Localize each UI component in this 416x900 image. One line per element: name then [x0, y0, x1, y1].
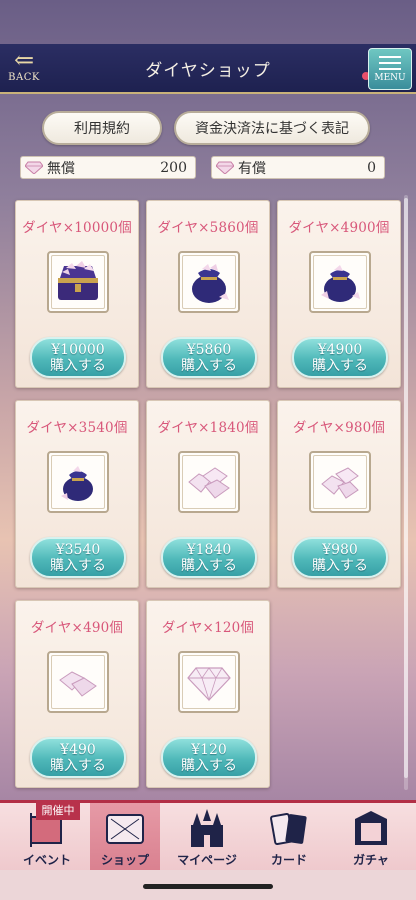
nav-label: ショップ — [100, 853, 149, 867]
product-name: ダイヤ×3540個 — [26, 420, 128, 436]
diamond-icon — [187, 667, 231, 702]
buy-button[interactable]: ¥5860 購入する — [161, 337, 257, 378]
product-card[interactable]: ダイヤ×10000個 ¥10000 購入する — [15, 200, 139, 388]
buy-button[interactable]: ¥3540 購入する — [30, 537, 126, 578]
treasure-chest-icon — [58, 261, 98, 300]
nav-label: ガチャ — [353, 853, 389, 867]
nav-label: マイページ — [177, 853, 237, 867]
product-image — [47, 251, 109, 313]
diamond-pile-icon — [321, 467, 359, 499]
nav-shop[interactable]: ショップ — [90, 803, 160, 873]
price-label: ¥1840 — [186, 541, 232, 558]
buy-label: 購入する — [50, 357, 106, 374]
price-label: ¥120 — [191, 741, 227, 758]
paid-diamond-balance: 有償 0 — [211, 156, 385, 179]
product-name: ダイヤ×980個 — [292, 420, 386, 436]
nav-gacha[interactable]: ガチャ — [336, 803, 406, 873]
diamond-bag-icon — [192, 264, 229, 303]
product-card[interactable]: ダイヤ×5860個 ¥5860 購入する — [146, 200, 270, 388]
buy-label: 購入する — [181, 757, 237, 774]
buy-label: 購入する — [312, 557, 368, 574]
nav-card[interactable]: カード — [254, 803, 324, 873]
nav-mypage[interactable]: マイページ — [172, 803, 242, 873]
back-button[interactable]: ⇐ BACK — [4, 48, 44, 92]
buy-button[interactable]: ¥4900 購入する — [292, 337, 388, 378]
product-card[interactable]: ダイヤ×4900個 ¥4900 購入する — [277, 200, 401, 388]
product-card[interactable]: ダイヤ×980個 ¥980 購入する — [277, 400, 401, 588]
menu-label: MENU — [374, 72, 406, 83]
home-indicator[interactable] — [143, 884, 273, 889]
product-card[interactable]: ダイヤ×1840個 ¥1840 購入する — [146, 400, 270, 588]
product-name: ダイヤ×4900個 — [288, 220, 390, 236]
price-label: ¥980 — [322, 541, 358, 558]
buy-label: 購入する — [312, 357, 368, 374]
diamond-icon — [216, 161, 234, 174]
castle-icon — [191, 809, 223, 847]
shop-sign-icon — [106, 814, 144, 844]
price-label: ¥10000 — [51, 341, 105, 358]
buy-label: 購入する — [50, 757, 106, 774]
buy-label: 購入する — [181, 557, 237, 574]
hamburger-icon — [379, 55, 401, 70]
product-image — [309, 251, 371, 313]
nav-label: イベント — [22, 853, 71, 867]
diamond-bag-icon — [61, 466, 93, 501]
scrollbar-thumb[interactable] — [404, 198, 408, 778]
product-name: ダイヤ×1840個 — [157, 420, 259, 436]
buy-button[interactable]: ¥490 購入する — [30, 737, 126, 778]
product-name: ダイヤ×10000個 — [22, 220, 132, 236]
paid-value: 0 — [367, 159, 376, 176]
diamond-bag-icon — [321, 265, 360, 302]
cards-icon — [270, 812, 307, 846]
price-label: ¥490 — [60, 741, 96, 758]
product-image — [178, 251, 240, 313]
paid-label: 有償 — [238, 160, 266, 177]
product-image — [178, 651, 240, 713]
product-image — [47, 451, 109, 513]
product-card[interactable]: ダイヤ×120個 ¥120 購入する — [146, 600, 270, 788]
nav-label: カード — [270, 853, 307, 867]
free-diamond-balance: 無償 200 — [20, 156, 196, 179]
page-title: ダイヤショップ — [145, 60, 271, 81]
back-arrow-icon: ⇐ — [13, 46, 35, 74]
product-card[interactable]: ダイヤ×490個 ¥490 購入する — [15, 600, 139, 788]
price-label: ¥3540 — [55, 541, 101, 558]
buy-label: 購入する — [50, 557, 106, 574]
diamond-pile-icon — [188, 467, 230, 499]
terms-button[interactable]: 利用規約 — [42, 111, 162, 145]
product-image — [178, 451, 240, 513]
product-card[interactable]: ダイヤ×3540個 ¥3540 購入する — [15, 400, 139, 588]
product-name: ダイヤ×120個 — [161, 620, 255, 636]
buy-label: 購入する — [181, 357, 237, 374]
price-label: ¥5860 — [186, 341, 232, 358]
free-value: 200 — [160, 159, 187, 176]
product-name: ダイヤ×5860個 — [157, 220, 259, 236]
back-label: BACK — [8, 72, 40, 83]
header-bar: ⇐ BACK ダイヤショップ MENU — [0, 44, 416, 94]
product-name: ダイヤ×490個 — [30, 620, 124, 636]
buy-button[interactable]: ¥980 購入する — [292, 537, 388, 578]
buy-button[interactable]: ¥120 購入する — [161, 737, 257, 778]
free-label: 無償 — [47, 160, 75, 177]
payment-law-button[interactable]: 資金決済法に基づく表記 — [174, 111, 370, 145]
buy-button[interactable]: ¥1840 購入する — [161, 537, 257, 578]
product-image — [47, 651, 109, 713]
gacha-frame-icon — [355, 811, 387, 845]
diamond-icon — [25, 161, 43, 174]
menu-button[interactable]: MENU — [368, 48, 412, 90]
event-live-badge: 開催中 — [36, 800, 80, 820]
price-label: ¥4900 — [317, 341, 363, 358]
product-image — [309, 451, 371, 513]
diamond-pair-icon — [59, 671, 97, 697]
buy-button[interactable]: ¥10000 購入する — [30, 337, 126, 378]
